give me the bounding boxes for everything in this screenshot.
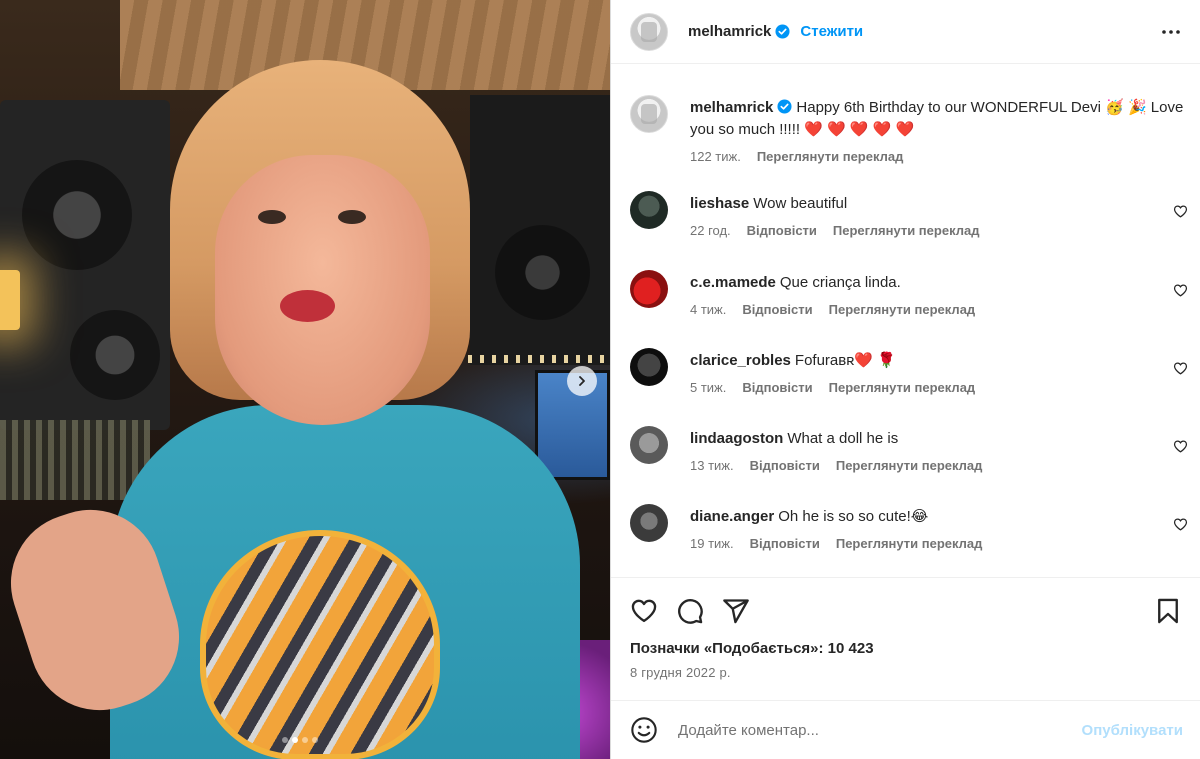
commenter-username[interactable]: clarice_robles — [690, 352, 791, 369]
comment-time: 4 тиж. — [690, 302, 727, 317]
reply-link[interactable]: Відповісти — [747, 223, 817, 238]
see-translation-link[interactable]: Переглянути переклад — [833, 223, 980, 238]
chevron-right-icon — [579, 376, 585, 386]
owner-avatar[interactable] — [630, 12, 668, 51]
commenter-username[interactable]: lindaagoston — [690, 430, 783, 447]
owner-avatar[interactable] — [630, 95, 668, 133]
carousel-dot — [312, 737, 318, 743]
commenter-avatar[interactable] — [630, 348, 668, 386]
more-options-icon[interactable] — [1159, 20, 1183, 44]
carousel-dot — [292, 737, 298, 743]
comment-item: clarice_robles Fofuraʙʀ❤️ 🌹 5 тиж. Відпов… — [630, 348, 1190, 395]
verified-badge-icon — [775, 24, 790, 39]
reply-link[interactable]: Відповісти — [742, 302, 812, 317]
comment-time: 13 тиж. — [690, 458, 734, 473]
comment-text: Oh he is so so cute!😂 — [778, 508, 929, 525]
see-translation-link[interactable]: Переглянути переклад — [836, 536, 983, 551]
carousel-dot — [282, 737, 288, 743]
comment-time: 5 тиж. — [690, 380, 727, 395]
commenter-avatar[interactable] — [630, 191, 668, 229]
commenter-avatar[interactable] — [630, 426, 668, 464]
post-header: melhamrick Стежити — [611, 0, 1200, 64]
post-caption: melhamrick Happy 6th Birthday to our WOND… — [630, 95, 1190, 164]
comment-item: lieshase Wow beautiful 22 год. Відповісти… — [630, 191, 1190, 238]
share-icon[interactable] — [722, 597, 750, 625]
comment-text: Que criança linda. — [779, 274, 901, 291]
post-side-panel: melhamrick Стежити melhamrick Happy 6th B… — [610, 0, 1200, 759]
comment-like-heart-icon[interactable] — [1173, 517, 1188, 532]
see-translation-link[interactable]: Переглянути переклад — [829, 380, 976, 395]
owner-username[interactable]: melhamrick — [688, 23, 771, 40]
comment-like-heart-icon[interactable] — [1173, 439, 1188, 454]
comment-time: 22 год. — [690, 223, 731, 238]
commenter-username[interactable]: lieshase — [690, 195, 749, 212]
see-translation-link[interactable]: Переглянути переклад — [836, 458, 983, 473]
caption-time: 122 тиж. — [690, 149, 741, 164]
post-date: 8 грудня 2022 р. — [630, 665, 731, 680]
comment-text: Wow beautiful — [753, 195, 848, 212]
likes-count[interactable]: Позначки «Подобається»: 10 423 — [630, 640, 1182, 657]
commenter-username[interactable]: diane.anger — [690, 508, 774, 525]
post-photo[interactable] — [0, 0, 610, 759]
see-translation-link[interactable]: Переглянути переклад — [829, 302, 976, 317]
comment-text: What a doll he is — [787, 430, 899, 447]
comments-list[interactable]: melhamrick Happy 6th Birthday to our WOND… — [611, 65, 1200, 577]
bookmark-icon[interactable] — [1154, 597, 1182, 625]
publish-button[interactable]: Опублікувати — [1082, 722, 1183, 739]
commenter-avatar[interactable] — [630, 270, 668, 308]
comment-like-heart-icon[interactable] — [1173, 283, 1188, 298]
commenter-avatar[interactable] — [630, 504, 668, 542]
comment-composer: Опублікувати — [611, 700, 1200, 759]
post-actions: Позначки «Подобається»: 10 423 8 грудня … — [611, 577, 1200, 700]
reply-link[interactable]: Відповісти — [750, 458, 820, 473]
comment-text: Fofuraʙʀ❤️ 🌹 — [794, 352, 896, 369]
comment-like-heart-icon[interactable] — [1173, 204, 1188, 219]
reply-link[interactable]: Відповісти — [750, 536, 820, 551]
comment-input[interactable] — [678, 721, 1082, 739]
follow-button[interactable]: Стежити — [800, 23, 863, 40]
comment-like-heart-icon[interactable] — [1173, 361, 1188, 376]
comment-time: 19 тиж. — [690, 536, 734, 551]
commenter-username[interactable]: c.e.mamede — [690, 274, 776, 291]
comment-item: diane.anger Oh he is so so cute!😂 19 тиж.… — [630, 504, 1190, 551]
studio-lamp — [0, 270, 20, 330]
see-translation-link[interactable]: Переглянути переклад — [757, 149, 904, 164]
comment-item: c.e.mamede Que criança linda. 4 тиж. Відп… — [630, 270, 1190, 317]
emoji-icon[interactable] — [630, 716, 658, 744]
shirt-print — [200, 530, 440, 759]
verified-badge-icon — [777, 99, 792, 114]
comment-icon[interactable] — [676, 597, 704, 625]
comment-item: lindaagoston What a doll he is 13 тиж. Ві… — [630, 426, 1190, 473]
carousel-indicator — [282, 737, 318, 743]
heart-icon[interactable] — [630, 597, 658, 625]
carousel-next-button[interactable] — [567, 366, 597, 396]
reply-link[interactable]: Відповісти — [742, 380, 812, 395]
post-dialog: melhamrick Стежити melhamrick Happy 6th B… — [0, 0, 1200, 759]
carousel-dot — [302, 737, 308, 743]
child-figure — [0, 60, 580, 759]
caption-username[interactable]: melhamrick — [690, 99, 773, 116]
